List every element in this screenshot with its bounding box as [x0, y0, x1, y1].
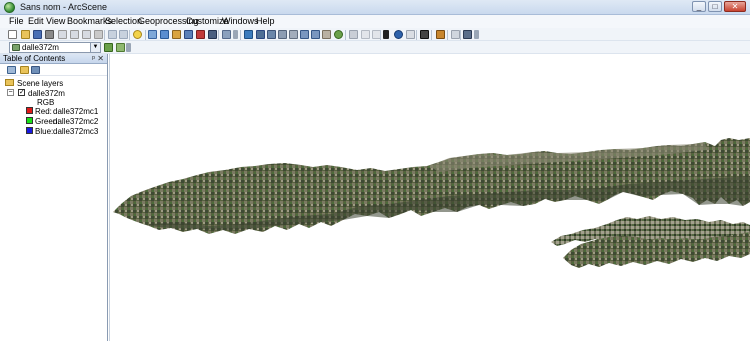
zoom-to-target-icon[interactable]	[278, 30, 287, 39]
toc-close-icon[interactable]: ✕	[97, 54, 104, 63]
scene-layers-folder-icon	[5, 79, 14, 86]
open-icon[interactable]	[21, 30, 30, 39]
toc-title: Table of Contents	[3, 54, 66, 63]
toolbar-separator	[447, 30, 448, 40]
scene-view-border	[109, 54, 750, 341]
select-features-icon[interactable]	[349, 30, 358, 39]
toolbar-separator	[145, 30, 146, 40]
render-type-label: RGB	[37, 98, 55, 107]
blue-band-value: dalle372mc3	[53, 127, 99, 136]
arcscene-globe-icon	[4, 2, 15, 13]
layer-name[interactable]: dalle372m	[28, 89, 65, 98]
new-icon[interactable]	[8, 30, 17, 39]
close-button[interactable]: ✕	[724, 1, 746, 12]
menu-edit[interactable]: Edit	[28, 16, 44, 26]
blue-band-swatch	[26, 127, 33, 134]
menu-bar: File Edit View Bookmarks Selection Geopr…	[0, 15, 750, 28]
find-icon[interactable]	[420, 30, 429, 39]
python-window-icon[interactable]	[208, 30, 217, 39]
toolbar-options-icon[interactable]	[233, 30, 238, 39]
window-title: Sans nom - ArcScene	[20, 2, 108, 12]
red-band-value: dalle372mc1	[53, 107, 99, 116]
standard-toolbar	[0, 28, 750, 41]
set-observer-icon[interactable]	[289, 30, 298, 39]
zoom-out-icon[interactable]	[311, 30, 320, 39]
toolbar-separator	[104, 30, 105, 40]
green-band-swatch	[26, 117, 33, 124]
layer-visibility-checkbox[interactable]: ✓	[18, 89, 25, 96]
toolbar-options-icon[interactable]	[474, 30, 479, 39]
menu-windows[interactable]: Windows	[222, 16, 259, 26]
measure-icon[interactable]	[436, 30, 445, 39]
toolbar-options-icon[interactable]	[126, 43, 131, 52]
zoom-in-icon[interactable]	[300, 30, 309, 39]
clear-selection-icon[interactable]	[361, 30, 370, 39]
identify-icon[interactable]	[394, 30, 403, 39]
list-by-visibility-icon[interactable]	[31, 66, 40, 74]
target-center-icon[interactable]	[267, 30, 276, 39]
print-icon[interactable]	[45, 30, 54, 39]
layer-dropdown-value: dalle372m	[22, 43, 59, 52]
fly-icon[interactable]	[256, 30, 265, 39]
redo-icon[interactable]	[119, 30, 128, 39]
select-elements-icon[interactable]	[383, 30, 389, 39]
copy-icon[interactable]	[70, 30, 79, 39]
raster-layer-icon	[12, 44, 20, 51]
save-icon[interactable]	[33, 30, 42, 39]
add-data-icon[interactable]	[133, 30, 142, 39]
chevron-down-icon[interactable]: ▼	[90, 43, 100, 52]
pan-icon[interactable]	[322, 30, 331, 39]
pin-icon[interactable]: ᵖ	[92, 54, 95, 63]
arctoolbox-icon[interactable]	[196, 30, 205, 39]
red-band-label: Red:	[35, 107, 52, 116]
menu-view[interactable]: View	[46, 16, 65, 26]
cut-icon[interactable]	[58, 30, 67, 39]
layer-dropdown[interactable]: dalle372m ▼	[9, 42, 101, 53]
scene-properties-icon[interactable]	[148, 30, 157, 39]
title-bar: Sans nom - ArcScene _ □ ✕	[0, 0, 750, 15]
toc-toolbar	[0, 64, 107, 76]
layer-collapse-toggle[interactable]: −	[7, 89, 14, 96]
layer-properties-icon[interactable]	[104, 43, 113, 52]
maximize-button[interactable]: □	[708, 1, 722, 12]
toolbar-separator	[345, 30, 346, 40]
menu-file[interactable]: File	[9, 16, 24, 26]
minimize-button[interactable]: _	[692, 1, 706, 12]
list-by-drawing-order-icon[interactable]	[7, 66, 16, 74]
toolbar-separator	[416, 30, 417, 40]
toolbar-separator	[431, 30, 432, 40]
animation-icon[interactable]	[463, 30, 472, 39]
list-by-source-icon[interactable]	[20, 66, 29, 74]
layer-toolbar: dalle372m ▼	[0, 41, 750, 54]
results-window-icon[interactable]	[451, 30, 460, 39]
toolbar-separator	[129, 30, 130, 40]
3d-effects-icon[interactable]	[116, 43, 125, 52]
navigate-icon[interactable]	[244, 30, 253, 39]
toc-window-icon[interactable]	[160, 30, 169, 39]
toolbar-separator	[380, 30, 381, 40]
blue-band-label: Blue:	[35, 127, 54, 136]
red-band-swatch	[26, 107, 33, 114]
paste-icon[interactable]	[82, 30, 91, 39]
search-window-icon[interactable]	[184, 30, 193, 39]
toolbar-separator	[240, 30, 241, 40]
full-extent-icon[interactable]	[334, 30, 343, 39]
menu-help[interactable]: Help	[256, 16, 275, 26]
scene-layers-label[interactable]: Scene layers	[17, 79, 63, 88]
html-popup-icon[interactable]	[406, 30, 415, 39]
catalog-icon[interactable]	[172, 30, 181, 39]
delete-icon[interactable]	[94, 30, 103, 39]
undo-icon[interactable]	[108, 30, 117, 39]
model-builder-icon[interactable]	[222, 30, 231, 39]
toolbar-separator	[460, 30, 461, 40]
menu-selection[interactable]: Selection	[105, 16, 142, 26]
table-of-contents: Table of Contents ᵖ ✕ Scene layers − ✓ d…	[0, 54, 108, 341]
toolbar-separator	[218, 30, 219, 40]
scene-view[interactable]	[109, 54, 750, 341]
toc-header: Table of Contents ᵖ ✕	[0, 54, 107, 64]
green-band-value: dalle372mc2	[53, 117, 99, 126]
